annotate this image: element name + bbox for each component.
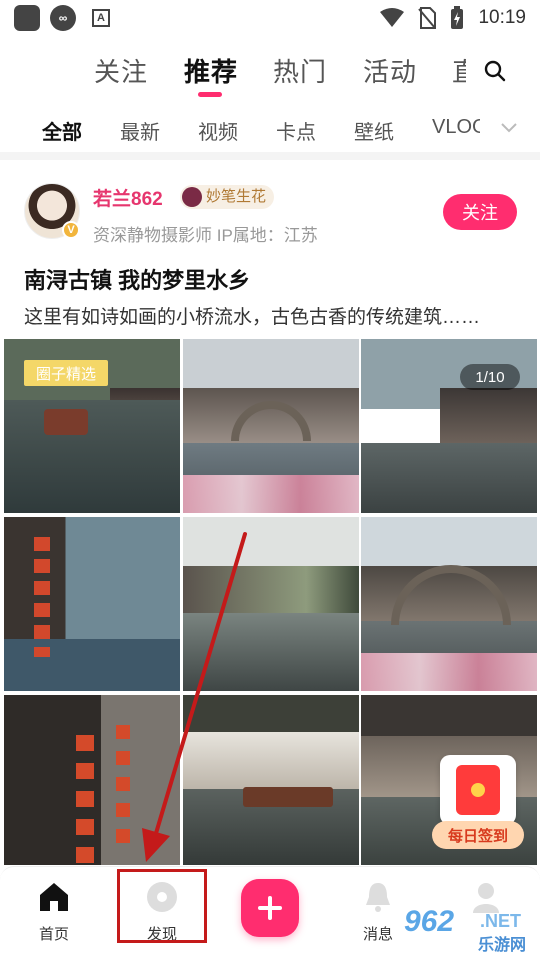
author-tag-label: 妙笔生花 (206, 188, 267, 205)
link-notification-icon: ∞ (50, 5, 76, 31)
follow-button[interactable]: 关注 (443, 194, 517, 230)
author-name[interactable]: 若兰862 (93, 184, 163, 211)
verified-badge: V (62, 221, 80, 239)
status-bar: ∞ A 10:19 (0, 0, 540, 36)
plus-icon (258, 896, 282, 920)
post-image[interactable] (4, 517, 180, 691)
annotation-highlight-box (117, 869, 207, 943)
category-wallpaper[interactable]: 壁纸 (354, 116, 394, 145)
nav-home[interactable]: 首页 (14, 881, 94, 944)
watermark-site: 乐游网 (478, 937, 527, 954)
image-counter: 1/10 (460, 364, 520, 390)
post-image[interactable] (361, 517, 537, 691)
medal-icon (182, 187, 202, 207)
category-video[interactable]: 视频 (198, 116, 238, 145)
category-tab-bar: 全部 最新 视频 卡点 壁纸 VLOG (0, 110, 540, 150)
top-tab-bar: 关注 推荐 热门 活动 直 (0, 44, 540, 100)
app-notification-icon (14, 5, 40, 31)
bell-icon (366, 883, 390, 912)
chevron-down-icon[interactable] (500, 122, 518, 134)
daily-checkin-widget[interactable]: 每日签到 (432, 755, 524, 849)
author-tag: 妙笔生花 (180, 185, 275, 209)
tab-activities[interactable]: 活动 (363, 52, 417, 89)
watermark-number: 962 (404, 905, 455, 938)
post-image[interactable] (183, 339, 359, 513)
daily-checkin-label: 每日签到 (432, 821, 524, 849)
red-envelope-icon (440, 755, 516, 825)
site-watermark: 962 .NET 乐游网 (404, 905, 534, 957)
home-icon (40, 883, 68, 911)
battery-charging-icon (451, 6, 464, 29)
wifi-icon (380, 8, 405, 27)
post-description[interactable]: 这里有如诗如画的小桥流水，古色古香的传统建筑…… (24, 302, 524, 329)
section-divider (0, 152, 540, 160)
search-icon[interactable] (484, 60, 506, 82)
category-latest[interactable]: 最新 (120, 116, 160, 145)
category-all[interactable]: 全部 (42, 116, 82, 145)
add-post-button[interactable] (241, 879, 299, 937)
post-image[interactable] (183, 695, 359, 865)
active-tab-indicator (198, 92, 222, 97)
featured-badge: 圈子精选 (24, 360, 108, 386)
a-notification-icon: A (92, 9, 110, 27)
tab-live[interactable]: 直 (452, 52, 466, 89)
post-title[interactable]: 南浔古镇 我的梦里水乡 (24, 263, 250, 295)
clock: 10:19 (478, 7, 526, 28)
tab-hot[interactable]: 热门 (273, 52, 327, 89)
tab-recommended[interactable]: 推荐 (184, 52, 238, 89)
post-image[interactable] (183, 517, 359, 691)
tab-following[interactable]: 关注 (94, 52, 148, 89)
nav-home-label: 首页 (38, 926, 69, 943)
post-image[interactable] (4, 695, 180, 865)
watermark-suffix: .NET (480, 911, 522, 931)
category-beat[interactable]: 卡点 (276, 116, 316, 145)
category-vlog[interactable]: VLOG (432, 116, 480, 139)
author-info: 资深静物摄影师 IP属地：江苏 (93, 226, 318, 245)
no-sim-icon (418, 7, 437, 29)
